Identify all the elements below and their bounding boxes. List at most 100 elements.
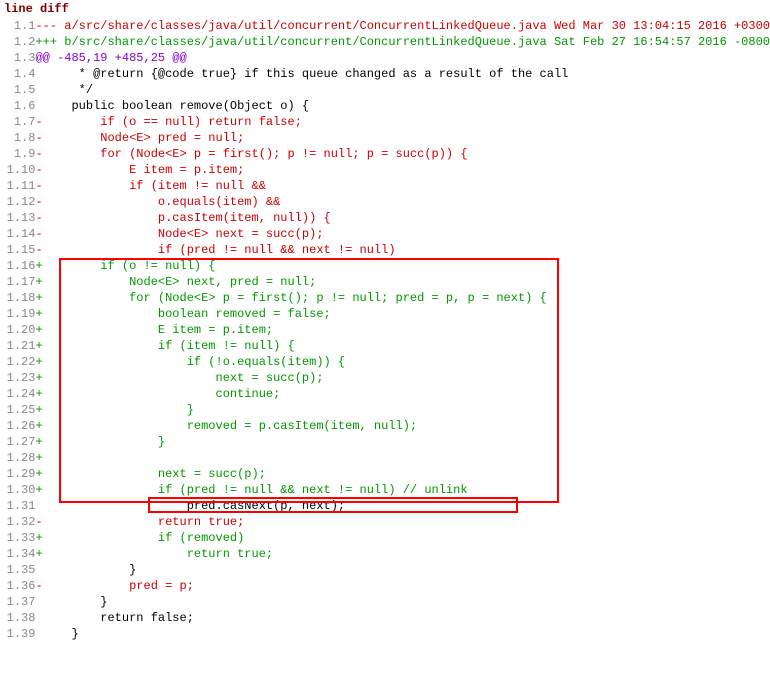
line-number: 1.32 [0, 514, 35, 530]
line-code: pred.casNext(p, next); [35, 498, 770, 514]
line-code: } [35, 562, 770, 578]
line-code: + if (removed) [35, 530, 770, 546]
diff-line: 1.28+ [0, 450, 770, 466]
line-code: - if (item != null && [35, 178, 770, 194]
line-code: - p.casItem(item, null)) { [35, 210, 770, 226]
diff-line: 1.24+ continue; [0, 386, 770, 402]
diff-line: 1.39 } [0, 626, 770, 642]
line-code: + return true; [35, 546, 770, 562]
line-code: + next = succ(p); [35, 466, 770, 482]
line-code: @@ -485,19 +485,25 @@ [35, 50, 770, 66]
line-code: + next = succ(p); [35, 370, 770, 386]
line-code: - Node<E> pred = null; [35, 130, 770, 146]
line-code: + removed = p.casItem(item, null); [35, 418, 770, 434]
diff-line: 1.32- return true; [0, 514, 770, 530]
diff-line: 1.4 * @return {@code true} if this queue… [0, 66, 770, 82]
line-code: + continue; [35, 386, 770, 402]
line-number: 1.1 [0, 18, 35, 34]
line-code: + boolean removed = false; [35, 306, 770, 322]
line-code: - for (Node<E> p = first(); p != null; p… [35, 146, 770, 162]
line-number: 1.8 [0, 130, 35, 146]
diff-line: 1.2+++ b/src/share/classes/java/util/con… [0, 34, 770, 50]
line-number: 1.4 [0, 66, 35, 82]
line-number: 1.6 [0, 98, 35, 114]
diff-line: 1.34+ return true; [0, 546, 770, 562]
line-code: --- a/src/share/classes/java/util/concur… [35, 18, 770, 34]
line-number: 1.34 [0, 546, 35, 562]
diff-line: 1.11- if (item != null && [0, 178, 770, 194]
line-code: - if (o == null) return false; [35, 114, 770, 130]
diff-line: 1.23+ next = succ(p); [0, 370, 770, 386]
diff-line: 1.38 return false; [0, 610, 770, 626]
line-number: 1.25 [0, 402, 35, 418]
line-code: + if (!o.equals(item)) { [35, 354, 770, 370]
line-number: 1.35 [0, 562, 35, 578]
diff-line: 1.37 } [0, 594, 770, 610]
line-number: 1.29 [0, 466, 35, 482]
line-code: - o.equals(item) && [35, 194, 770, 210]
line-code: + if (pred != null && next != null) // u… [35, 482, 770, 498]
diff-header: line diff [0, 0, 770, 18]
line-number: 1.9 [0, 146, 35, 162]
line-code: - if (pred != null && next != null) [35, 242, 770, 258]
line-code: + [35, 450, 770, 466]
diff-line: 1.29+ next = succ(p); [0, 466, 770, 482]
diff-line: 1.15- if (pred != null && next != null) [0, 242, 770, 258]
diff-line: 1.10- E item = p.item; [0, 162, 770, 178]
line-code: } [35, 594, 770, 610]
line-number: 1.26 [0, 418, 35, 434]
diff-line: 1.19+ boolean removed = false; [0, 306, 770, 322]
diff-line: 1.14- Node<E> next = succ(p); [0, 226, 770, 242]
diff-line: 1.22+ if (!o.equals(item)) { [0, 354, 770, 370]
diff-line: 1.21+ if (item != null) { [0, 338, 770, 354]
line-code: + } [35, 402, 770, 418]
line-number: 1.20 [0, 322, 35, 338]
diff-line: 1.7- if (o == null) return false; [0, 114, 770, 130]
line-number: 1.10 [0, 162, 35, 178]
line-number: 1.17 [0, 274, 35, 290]
diff-line: 1.26+ removed = p.casItem(item, null); [0, 418, 770, 434]
line-number: 1.38 [0, 610, 35, 626]
line-code: + if (o != null) { [35, 258, 770, 274]
diff-line: 1.1--- a/src/share/classes/java/util/con… [0, 18, 770, 34]
line-code: } [35, 626, 770, 642]
line-code: + if (item != null) { [35, 338, 770, 354]
line-number: 1.13 [0, 210, 35, 226]
diff-line: 1.33+ if (removed) [0, 530, 770, 546]
line-number: 1.2 [0, 34, 35, 50]
diff-line: 1.17+ Node<E> next, pred = null; [0, 274, 770, 290]
line-code: +++ b/src/share/classes/java/util/concur… [35, 34, 770, 50]
diff-table: 1.1--- a/src/share/classes/java/util/con… [0, 18, 770, 642]
line-number: 1.27 [0, 434, 35, 450]
line-code: + E item = p.item; [35, 322, 770, 338]
line-number: 1.16 [0, 258, 35, 274]
diff-line: 1.16+ if (o != null) { [0, 258, 770, 274]
line-code: */ [35, 82, 770, 98]
diff-line: 1.25+ } [0, 402, 770, 418]
line-code: - E item = p.item; [35, 162, 770, 178]
line-code: - return true; [35, 514, 770, 530]
diff-line: 1.3@@ -485,19 +485,25 @@ [0, 50, 770, 66]
diff-line: 1.6 public boolean remove(Object o) { [0, 98, 770, 114]
line-code: + Node<E> next, pred = null; [35, 274, 770, 290]
line-code: + } [35, 434, 770, 450]
line-code: - Node<E> next = succ(p); [35, 226, 770, 242]
diff-line: 1.8- Node<E> pred = null; [0, 130, 770, 146]
line-number: 1.30 [0, 482, 35, 498]
diff-container: line diff 1.1--- a/src/share/classes/jav… [0, 0, 770, 642]
line-number: 1.21 [0, 338, 35, 354]
diff-line: 1.20+ E item = p.item; [0, 322, 770, 338]
diff-line: 1.5 */ [0, 82, 770, 98]
line-code: * @return {@code true} if this queue cha… [35, 66, 770, 82]
line-number: 1.7 [0, 114, 35, 130]
line-number: 1.28 [0, 450, 35, 466]
diff-line: 1.18+ for (Node<E> p = first(); p != nul… [0, 290, 770, 306]
diff-line: 1.13- p.casItem(item, null)) { [0, 210, 770, 226]
line-number: 1.24 [0, 386, 35, 402]
diff-line: 1.35 } [0, 562, 770, 578]
line-number: 1.11 [0, 178, 35, 194]
line-number: 1.39 [0, 626, 35, 642]
line-number: 1.23 [0, 370, 35, 386]
line-code: public boolean remove(Object o) { [35, 98, 770, 114]
line-code: + for (Node<E> p = first(); p != null; p… [35, 290, 770, 306]
